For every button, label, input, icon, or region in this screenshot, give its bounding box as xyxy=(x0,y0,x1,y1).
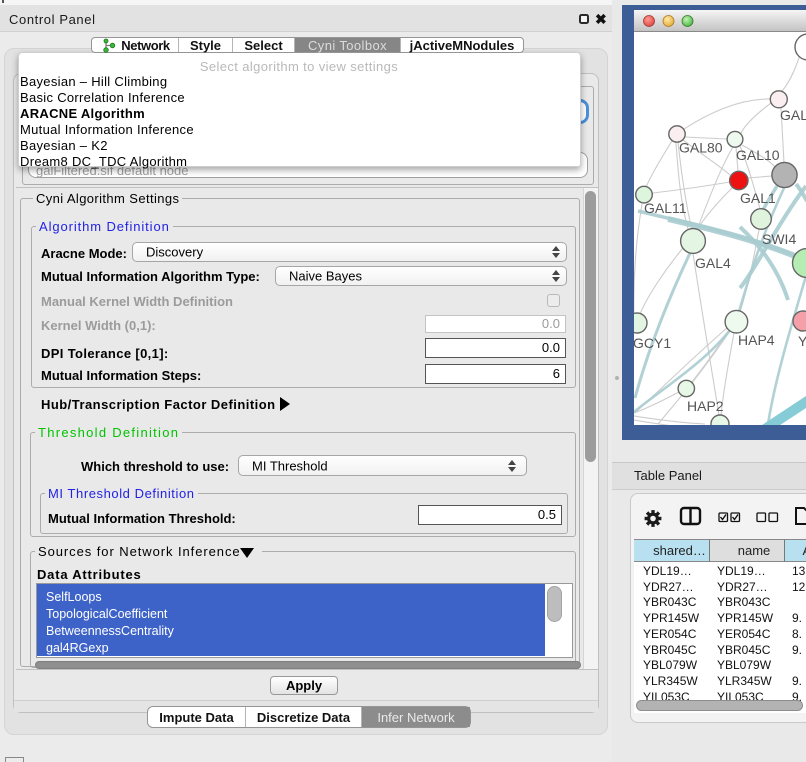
svg-text:SWI4: SWI4 xyxy=(762,231,796,247)
svg-text:GAL2: GAL2 xyxy=(780,107,806,123)
svg-text:Y: Y xyxy=(798,333,806,349)
svg-text:GCY1: GCY1 xyxy=(634,335,671,351)
svg-text:GAL4: GAL4 xyxy=(695,255,731,271)
svg-text:GAL80: GAL80 xyxy=(679,140,723,156)
svg-text:GAL1: GAL1 xyxy=(740,190,776,206)
svg-text:HAP4: HAP4 xyxy=(738,332,775,348)
svg-text:GAL11: GAL11 xyxy=(644,200,687,216)
svg-text:GAL10: GAL10 xyxy=(736,147,780,163)
svg-text:HAP2: HAP2 xyxy=(687,398,724,414)
